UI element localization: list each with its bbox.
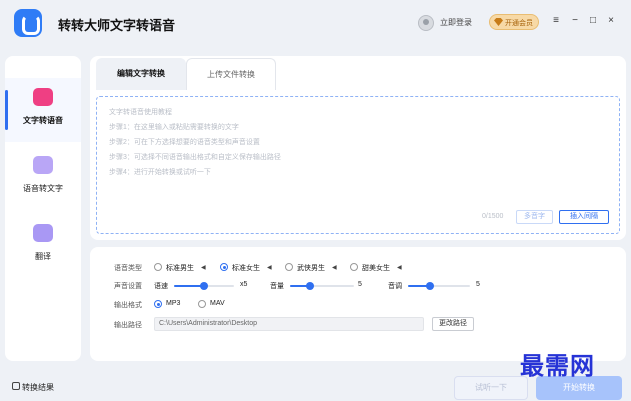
pitch-slider[interactable] [408, 282, 470, 290]
folder-icon [12, 382, 20, 390]
sidebar-item-text-to-speech[interactable]: 文字转语音 [5, 78, 81, 142]
settings-card: 语音类型 标准男生 ◀︎ 标准女生 ◀︎ 武侠男生 ◀︎ 甜美女生 ◀︎ 声音设… [90, 247, 626, 361]
sidebar-item-speech-to-text[interactable]: 语音转文字 [5, 146, 81, 210]
close-icon[interactable]: × [604, 14, 618, 28]
radio-voice-female-sweet[interactable] [350, 263, 358, 271]
minimize-icon[interactable]: − [568, 14, 582, 28]
guide-step: 步骤1：在这里输入或粘贴需要转换的文字 [109, 124, 239, 131]
output-format-label: 输出格式 [114, 302, 142, 309]
format-option-label: MAV [210, 300, 225, 307]
voice-option-label: 标准女生 [232, 265, 260, 272]
voice-option-label: 标准男生 [166, 265, 194, 272]
polyphone-button[interactable]: 多音字 [516, 210, 553, 224]
text-to-speech-icon [33, 88, 53, 106]
menu-icon[interactable]: ≡ [549, 14, 563, 28]
guide-title: 文字转语音使用教程 [109, 109, 172, 116]
pitch-label: 音调 [388, 283, 402, 290]
speed-slider[interactable] [174, 282, 234, 290]
sidebar: 文字转语音 语音转文字 翻译 [5, 56, 81, 361]
format-option-label: MP3 [166, 300, 181, 307]
sidebar-item-label: 文字转语音 [23, 116, 63, 125]
app-logo-icon [14, 9, 42, 37]
maximize-icon[interactable]: □ [586, 14, 600, 28]
radio-format-mp3[interactable] [154, 300, 162, 308]
volume-label: 音量 [270, 283, 284, 290]
radio-format-mav[interactable] [198, 300, 206, 308]
volume-slider-handle[interactable] [306, 282, 314, 290]
pitch-value: 5 [476, 281, 480, 288]
insert-pause-button[interactable]: 插入间隔 [559, 210, 609, 224]
sound-settings-label: 声音设置 [114, 283, 142, 290]
guide-step: 步骤3：可选择不同语音输出格式和自定义保存输出路径 [109, 154, 281, 161]
char-counter: 0/1500 [482, 213, 504, 220]
try-listen-button[interactable]: 试听一下 [454, 376, 528, 400]
title-bar: 转转大师文字转语音 立即登录 开通会员 ≡ − □ × [0, 0, 631, 48]
guide-step: 步骤2：可在下方选择想要的语音类型和声音设置 [109, 139, 260, 146]
avatar-icon[interactable] [418, 15, 434, 31]
voice-type-label: 语音类型 [114, 265, 142, 272]
speaker-icon[interactable]: ◀︎ [201, 264, 206, 271]
change-path-button[interactable]: 更改路径 [432, 317, 474, 331]
voice-option-label: 甜美女生 [362, 265, 390, 272]
speed-label: 语速 [154, 283, 168, 290]
conversion-result-link[interactable]: 转换结果 [22, 382, 54, 393]
tab-upload-file[interactable]: 上传文件转换 [186, 58, 276, 90]
text-input-area[interactable]: 文字转语音使用教程 步骤1：在这里输入或粘贴需要转换的文字 步骤2：可在下方选择… [96, 96, 620, 234]
radio-voice-male-standard[interactable] [154, 263, 162, 271]
editor-card: 编辑文字转换 上传文件转换 文字转语音使用教程 步骤1：在这里输入或粘贴需要转换… [90, 56, 626, 240]
vip-button[interactable]: 开通会员 [489, 14, 539, 30]
speed-value: x5 [240, 281, 248, 288]
volume-slider[interactable] [290, 282, 354, 290]
watermark: 最需网 [520, 351, 595, 380]
guide-step: 步骤4：进行开始转换或试听一下 [109, 169, 211, 176]
voice-option-label: 武侠男生 [297, 265, 325, 272]
speaker-icon[interactable]: ◀︎ [332, 264, 337, 271]
radio-voice-female-standard[interactable] [220, 263, 228, 271]
speech-to-text-icon [33, 156, 53, 174]
pitch-slider-handle[interactable] [426, 282, 434, 290]
sidebar-item-label: 语音转文字 [23, 184, 63, 193]
radio-voice-male-wuxia[interactable] [285, 263, 293, 271]
volume-value: 5 [358, 281, 362, 288]
sidebar-item-label: 翻译 [35, 252, 51, 261]
tab-edit-text[interactable]: 编辑文字转换 [96, 58, 186, 90]
speed-slider-handle[interactable] [200, 282, 208, 290]
output-path-label: 输出路径 [114, 322, 142, 329]
diamond-icon [494, 18, 503, 26]
speaker-icon[interactable]: ◀︎ [397, 264, 402, 271]
speaker-icon[interactable]: ◀︎ [267, 264, 272, 271]
login-link[interactable]: 立即登录 [440, 17, 472, 28]
app-title: 转转大师文字转语音 [58, 18, 176, 33]
vip-button-label: 开通会员 [505, 20, 533, 27]
sidebar-item-translate[interactable]: 翻译 [5, 214, 81, 278]
translate-icon [33, 224, 53, 242]
output-path-field[interactable]: C:\Users\Administrator\Desktop [154, 317, 424, 331]
